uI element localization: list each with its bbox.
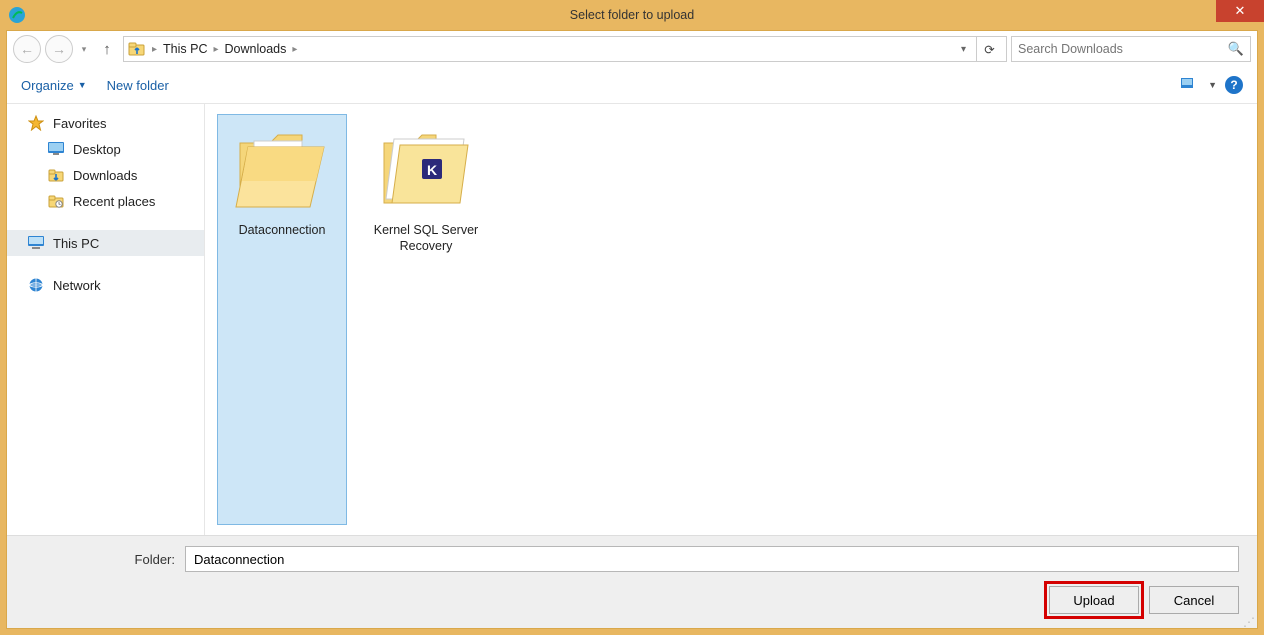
sidebar-item-label: Downloads <box>73 168 137 183</box>
folder-item[interactable]: K Kernel SQL Server Recovery <box>361 114 491 525</box>
command-bar: Organize ▼ New folder ▼ ? <box>7 67 1257 103</box>
organize-menu[interactable]: Organize ▼ <box>21 78 87 93</box>
titlebar: Select folder to upload ✕ <box>0 0 1264 30</box>
view-dropdown[interactable]: ▼ <box>1208 80 1217 90</box>
help-button[interactable]: ? <box>1225 76 1243 94</box>
sidebar-item-recent[interactable]: Recent places <box>7 188 204 214</box>
recent-locations-button[interactable]: ▾ <box>77 35 91 63</box>
chevron-down-icon: ▾ <box>961 44 966 55</box>
upload-button[interactable]: Upload <box>1049 586 1139 614</box>
sidebar-item-label: Recent places <box>73 194 155 209</box>
folder-label: Dataconnection <box>237 223 328 239</box>
refresh-button[interactable]: ⟳ <box>976 37 1002 61</box>
address-dropdown[interactable]: ▾ <box>957 44 970 55</box>
network-icon <box>27 276 45 294</box>
dialog-window: Select folder to upload ✕ ← → ▾ ↑ <box>0 0 1264 635</box>
downloads-icon <box>47 166 65 184</box>
arrow-up-icon: ↑ <box>103 41 111 58</box>
folder-icon: K <box>376 119 476 219</box>
back-button[interactable]: ← <box>13 35 41 63</box>
sidebar-item-desktop[interactable]: Desktop <box>7 136 204 162</box>
sidebar-item-this-pc[interactable]: This PC <box>7 230 204 256</box>
folder-icon <box>232 119 332 219</box>
sidebar-item-label: This PC <box>53 236 99 251</box>
sidebar-item-label: Network <box>53 278 101 293</box>
file-area[interactable]: Dataconnection K Kernel SQL Server Recov… <box>205 104 1257 535</box>
navigation-bar: ← → ▾ ↑ ▸ This PC <box>7 31 1257 67</box>
chevron-right-icon: ▸ <box>292 44 297 55</box>
location-folder-icon <box>128 40 146 58</box>
new-folder-button[interactable]: New folder <box>107 78 169 93</box>
navigation-pane: Favorites Desktop Downloads <box>7 104 205 535</box>
arrow-right-icon: → <box>52 41 66 57</box>
address-bar[interactable]: ▸ This PC ▸ Downloads ▸ ▾ ⟳ <box>123 36 1007 62</box>
chevron-right-icon: ▸ <box>152 44 157 55</box>
close-button[interactable]: ✕ <box>1216 0 1264 22</box>
chevron-right-icon: ▸ <box>213 44 218 55</box>
folder-label: Kernel SQL Server Recovery <box>366 223 486 254</box>
folder-name-row: Folder: <box>25 546 1239 572</box>
client-area: ← → ▾ ↑ ▸ This PC <box>6 30 1258 629</box>
view-options-button[interactable] <box>1180 77 1200 93</box>
content-area: Favorites Desktop Downloads <box>7 103 1257 535</box>
close-icon: ✕ <box>1235 3 1246 19</box>
computer-icon <box>27 234 45 252</box>
sidebar-item-label: Favorites <box>53 116 106 131</box>
folder-label: Folder: <box>25 552 175 567</box>
search-input[interactable] <box>1018 42 1228 56</box>
search-box[interactable]: 🔍 <box>1011 36 1251 62</box>
cancel-button[interactable]: Cancel <box>1149 586 1239 614</box>
folder-name-input[interactable] <box>185 546 1239 572</box>
sidebar-item-network[interactable]: Network <box>7 272 204 298</box>
sidebar-item-downloads[interactable]: Downloads <box>7 162 204 188</box>
help-icon: ? <box>1230 78 1237 92</box>
arrow-left-icon: ← <box>20 41 34 57</box>
desktop-icon <box>47 140 65 158</box>
window-title: Select folder to upload <box>0 8 1264 22</box>
chevron-down-icon: ▾ <box>82 44 87 55</box>
breadcrumb-item[interactable]: This PC <box>163 42 207 56</box>
resize-grip[interactable]: ⋰ <box>1243 618 1255 626</box>
folder-item[interactable]: Dataconnection <box>217 114 347 525</box>
up-button[interactable]: ↑ <box>95 37 119 61</box>
toolbar-right: ▼ ? <box>1180 76 1243 94</box>
refresh-icon: ⟳ <box>984 42 994 57</box>
buttons-row: Upload Cancel <box>25 586 1239 614</box>
svg-text:K: K <box>427 162 437 178</box>
forward-button[interactable]: → <box>45 35 73 63</box>
star-icon <box>27 114 45 132</box>
sidebar-item-label: Desktop <box>73 142 121 157</box>
recent-icon <box>47 192 65 210</box>
sidebar-item-favorites[interactable]: Favorites <box>7 110 204 136</box>
organize-label: Organize <box>21 78 74 93</box>
breadcrumb-item[interactable]: Downloads <box>225 42 287 56</box>
search-icon: 🔍 <box>1228 41 1244 57</box>
dialog-footer: Folder: Upload Cancel ⋰ <box>7 535 1257 628</box>
chevron-down-icon: ▼ <box>78 80 87 90</box>
